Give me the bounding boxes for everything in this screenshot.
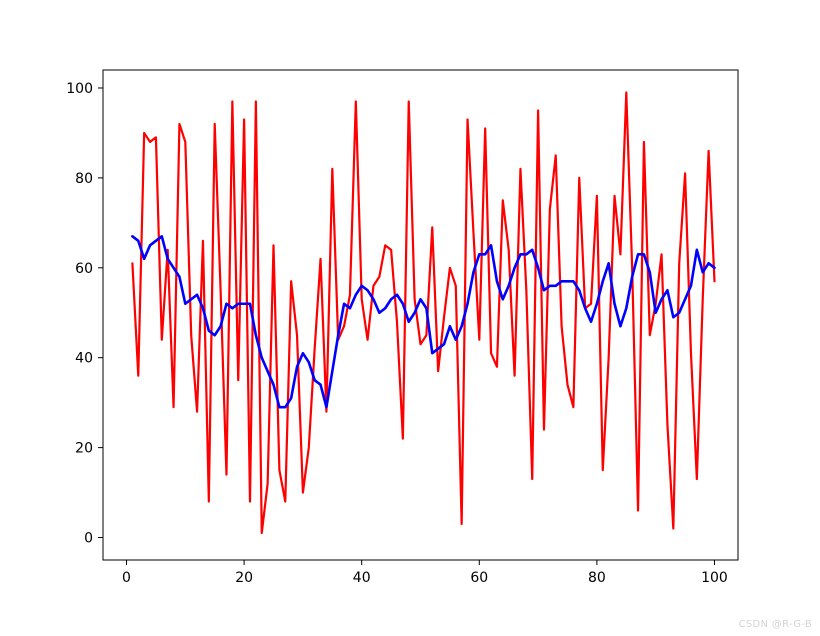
x-tick-label: 0: [122, 570, 131, 586]
y-tick-label: 100: [66, 81, 93, 97]
x-tick-label: 40: [353, 570, 371, 586]
y-tick-label: 80: [75, 171, 93, 187]
line-chart: 0 20 40 60 80 100 0 20 40 60 80 100: [0, 0, 820, 636]
x-tick-label: 80: [588, 570, 606, 586]
x-tick-label: 20: [235, 570, 253, 586]
y-tick-label: 40: [75, 351, 93, 367]
y-tick-label: 20: [75, 441, 93, 457]
y-tick-label: 0: [84, 531, 93, 547]
x-tick-label: 100: [701, 570, 728, 586]
y-tick-label: 60: [75, 261, 93, 277]
series-raw: [132, 92, 714, 533]
x-tick-label: 60: [470, 570, 488, 586]
